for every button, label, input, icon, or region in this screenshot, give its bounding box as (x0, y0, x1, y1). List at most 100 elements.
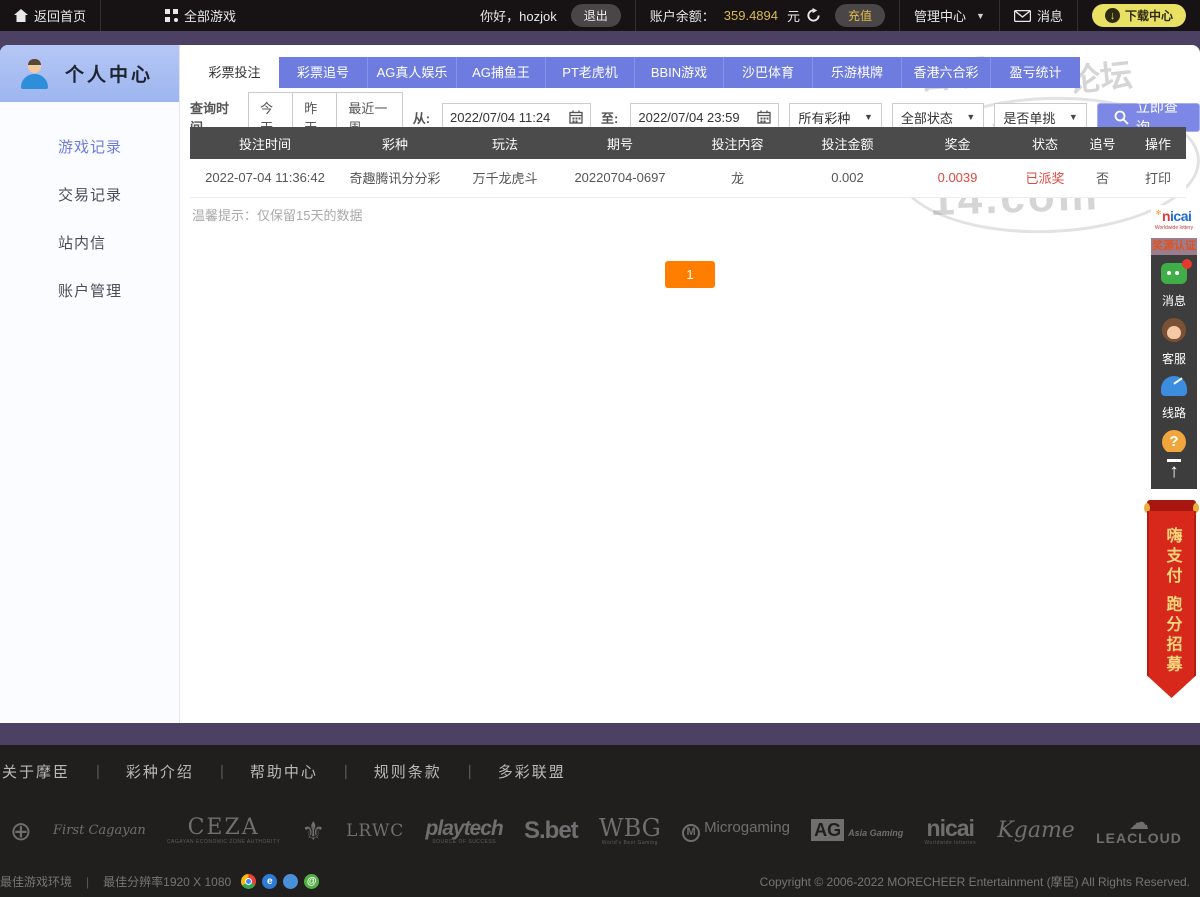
from-label: 从: (413, 108, 430, 127)
footer: 关于摩臣 | 彩种介绍 | 帮助中心 | 规则条款 | 多彩联盟 ⊕ First… (0, 745, 1200, 897)
table-row: 2022-07-04 11:36:42 奇趣腾讯分分彩 万千龙虎斗 202207… (190, 159, 1186, 197)
cloud-icon: ☁ (1096, 815, 1182, 831)
float-lines-label: 线路 (1151, 404, 1197, 421)
footer-links: 关于摩臣 | 彩种介绍 | 帮助中心 | 规则条款 | 多彩联盟 (0, 745, 1200, 797)
resolution-label: 最佳分辨率1920 X 1080 (89, 873, 241, 890)
speedometer-icon (1161, 376, 1187, 396)
record-tabs: 彩票投注 彩票追号 AG真人娱乐 AG捕鱼王 PT老虎机 BBIN游戏 沙巴体育… (190, 57, 1080, 88)
envelope-icon (1014, 10, 1031, 22)
cell-prize: 0.0039 (900, 159, 1015, 197)
home-label: 返回首页 (34, 6, 86, 25)
sidebar-item-inbox[interactable]: 站内信 (0, 220, 179, 268)
calendar-icon[interactable] (569, 110, 583, 124)
footer-link-about[interactable]: 关于摩臣 (0, 761, 96, 782)
ribbon-body: 嗨支付 跑分招募 (1147, 511, 1196, 698)
download-icon: ↓ (1105, 8, 1120, 23)
user-greeting: 你好，hozjok (466, 0, 571, 31)
tab-lottery-bets[interactable]: 彩票投注 (190, 57, 279, 88)
tab-saba-sports[interactable]: 沙巴体育 (724, 57, 813, 88)
sidebar-title: 个人中心 (65, 60, 153, 87)
cell-amount: 0.002 (795, 159, 900, 197)
tab-leyou-cards[interactable]: 乐游棋牌 (813, 57, 902, 88)
chevron-down-icon: ▼ (966, 112, 975, 122)
col-chase: 追号 (1075, 127, 1130, 159)
sidebar-menu: 游戏记录 交易记录 站内信 账户管理 (0, 102, 179, 316)
all-games-link[interactable]: 全部游戏 (151, 0, 250, 31)
float-service-button[interactable]: 客服 (1151, 318, 1197, 367)
recharge-button[interactable]: 充值 (835, 4, 885, 27)
playtech-logo: playtechSOURCE OF SUCCESS (426, 817, 503, 846)
download-area: ↓ 下载中心 (1078, 0, 1200, 31)
retention-hint: 温馨提示：仅保留15天的数据 (192, 205, 362, 224)
tab-hk-marksix[interactable]: 香港六合彩 (902, 57, 991, 88)
admin-center-menu[interactable]: 管理中心 ▼ (900, 0, 999, 31)
tab-ag-fishing[interactable]: AG捕鱼王 (457, 57, 546, 88)
float-service-label: 客服 (1151, 350, 1197, 367)
globe-emblem-logo: ⊕ (10, 817, 32, 846)
wbg-logo: WBGWorld's Best Gaming (599, 815, 661, 847)
col-play: 玩法 (450, 127, 560, 159)
back-to-top-button[interactable]: ↑ (1151, 452, 1197, 489)
cell-content: 龙 (680, 159, 795, 197)
balance-unit: 元 (787, 6, 800, 25)
ribbon-roof (1147, 500, 1196, 511)
footer-bottom: 最佳游戏环境 | 最佳分辨率1920 X 1080 e @ Copyright … (0, 873, 1190, 890)
float-lines-button[interactable]: 线路 (1151, 376, 1197, 421)
topbar: 返回首页 全部游戏 你好，hozjok 退出 账户余额： 359.4894 元 … (0, 0, 1200, 31)
footer-link-help[interactable]: 帮助中心 (224, 761, 344, 782)
nicai-logo[interactable]: ✻nicai Worldwide lottery (1151, 205, 1197, 234)
chrome-icon (241, 874, 256, 889)
tab-bbin[interactable]: BBIN游戏 (635, 57, 724, 88)
nicai-logo-text: ✻nicai (1157, 208, 1192, 224)
qq-browser-icon: @ (304, 874, 319, 889)
cell-lottery: 奇趣腾讯分分彩 (340, 159, 450, 197)
sidebar-item-transactions[interactable]: 交易记录 (0, 172, 179, 220)
print-link[interactable]: 打印 (1130, 159, 1186, 197)
content-area: 个人中心 游戏记录 交易记录 站内信 账户管理 吉啊 论坛 回家14.com 彩… (0, 45, 1200, 723)
microgaming-logo: MMicrogaming (682, 820, 790, 841)
col-content: 投注内容 (680, 127, 795, 159)
ceza-logo: CEZACAGAYAN ECONOMIC ZONE AUTHORITY (167, 816, 280, 846)
browser-icons: e @ (241, 874, 319, 889)
question-icon: ? (1162, 430, 1186, 454)
search-icon (1114, 110, 1129, 125)
download-center-button[interactable]: ↓ 下载中心 (1092, 4, 1186, 27)
page-1-button[interactable]: 1 (665, 261, 715, 288)
from-date-input[interactable] (450, 110, 562, 125)
divider (100, 0, 101, 31)
tab-profit-stats[interactable]: 盈亏统计 (991, 57, 1080, 88)
tab-pt-slots[interactable]: PT老虎机 (546, 57, 635, 88)
tab-ag-live[interactable]: AG真人娱乐 (368, 57, 457, 88)
table-header-row: 投注时间 彩种 玩法 期号 投注内容 投注金额 奖金 状态 追号 操作 (190, 127, 1186, 159)
tab-lottery-chase[interactable]: 彩票追号 (279, 57, 368, 88)
footer-link-lottery-intro[interactable]: 彩种介绍 (100, 761, 220, 782)
prize-cert-badge[interactable]: 奖源认证 (1151, 238, 1197, 255)
main-panel: 吉啊 论坛 回家14.com 彩票投注 彩票追号 AG真人娱乐 AG捕鱼王 PT… (180, 45, 1200, 723)
lottery-type-value: 所有彩种 (798, 108, 850, 127)
sidebar-item-account[interactable]: 账户管理 (0, 268, 179, 316)
col-action: 操作 (1130, 127, 1186, 159)
crest-emblem-logo: ⚜ (302, 817, 325, 846)
home-link[interactable]: 返回首页 (0, 0, 100, 31)
best-environment-label: 最佳游戏环境 (0, 873, 86, 890)
grid-icon (165, 9, 178, 22)
calendar-icon[interactable] (757, 110, 771, 124)
lrwc-logo: LRWC (346, 822, 404, 841)
pagination: 1 (180, 261, 1200, 288)
pinwheel-icon: ✻ (1156, 210, 1161, 217)
col-amount: 投注金额 (795, 127, 900, 159)
promo-ribbon[interactable]: 嗨支付 跑分招募 (1147, 500, 1196, 698)
logout-button[interactable]: 退出 (571, 4, 621, 27)
footer-link-alliance[interactable]: 多彩联盟 (472, 761, 592, 782)
footer-link-rules[interactable]: 规则条款 (348, 761, 468, 782)
firefox-icon (283, 874, 298, 889)
first-cagayan-logo: First Cagayan (53, 824, 146, 838)
float-messages-button[interactable]: 消息 (1151, 263, 1197, 309)
messages-link[interactable]: 消息 (1000, 0, 1077, 31)
balance-area: 账户余额： 359.4894 元 (636, 0, 835, 31)
sidebar-item-game-records[interactable]: 游戏记录 (0, 124, 179, 172)
partner-logos: ⊕ First Cagayan CEZACAGAYAN ECONOMIC ZON… (0, 797, 1200, 855)
refresh-icon[interactable] (806, 8, 821, 23)
customer-service-icon (1162, 318, 1186, 342)
to-date-input[interactable] (638, 110, 750, 125)
